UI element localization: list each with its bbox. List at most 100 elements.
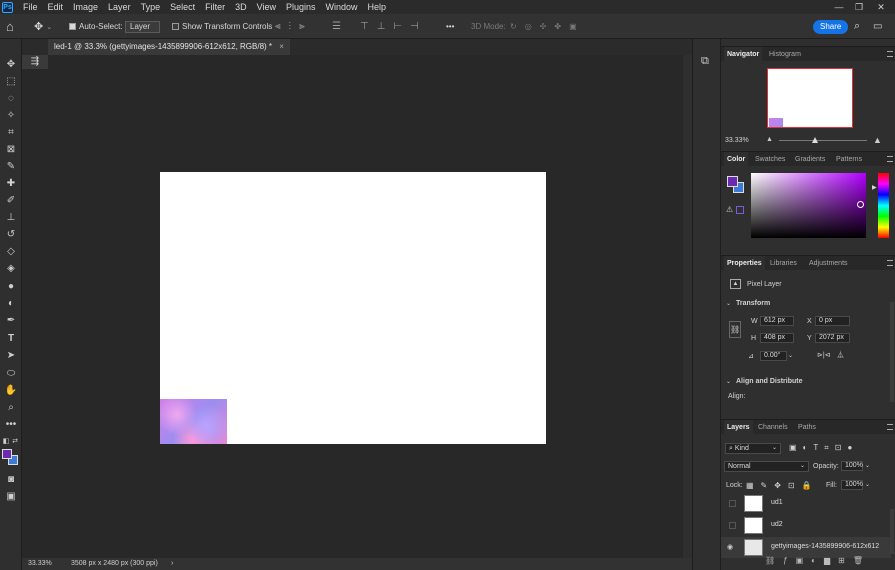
menu-layer[interactable]: Layer <box>103 0 136 14</box>
width-field[interactable]: 612 px <box>760 316 794 326</box>
more-options-button[interactable]: ••• <box>446 14 454 39</box>
menu-filter[interactable]: Filter <box>200 0 230 14</box>
link-proportions-icon[interactable]: ⛓ <box>729 321 741 338</box>
hue-slider[interactable] <box>878 173 889 238</box>
transform-chevron-icon[interactable]: ⌄ <box>726 300 731 307</box>
menu-help[interactable]: Help <box>363 0 392 14</box>
tab-histogram[interactable]: Histogram <box>766 47 804 62</box>
menu-type[interactable]: Type <box>136 0 166 14</box>
foreground-color-swatch[interactable] <box>2 449 12 459</box>
pen-tool-icon[interactable]: ✒ <box>3 314 19 328</box>
layer-visibility-toggle[interactable] <box>729 522 736 529</box>
layer-row-selected[interactable]: ◉ gettyimages-1435899906-612x612 <box>721 537 891 558</box>
x-field[interactable]: 0 px <box>815 316 850 326</box>
paint-bucket-icon[interactable]: ◈ <box>3 262 19 276</box>
fill-field[interactable]: 100% <box>841 480 863 490</box>
layer-name[interactable]: ud2 <box>771 521 783 528</box>
tab-swatches[interactable]: Swatches <box>752 152 788 167</box>
search-icon[interactable]: ⌕ <box>854 14 860 39</box>
dodge-tool-icon[interactable]: ◐ <box>3 297 19 311</box>
workspace-icon[interactable]: ▭ <box>873 14 882 39</box>
tab-patterns[interactable]: Patterns <box>833 152 865 167</box>
y-field[interactable]: 2072 px <box>815 333 850 343</box>
close-window-icon[interactable]: ✕ <box>871 0 891 14</box>
eraser-tool-icon[interactable]: ◇ <box>3 245 19 259</box>
document-canvas[interactable] <box>160 172 546 444</box>
angle-dropdown-icon[interactable]: ⌄ <box>788 352 793 359</box>
crop-tool-icon[interactable]: ⌗ <box>3 126 19 140</box>
panel-icon[interactable]: ⧉ <box>701 55 709 68</box>
panel-menu-icon[interactable] <box>887 51 893 57</box>
move-tool-preset-icon[interactable]: ✥ ⌄ <box>34 14 52 39</box>
hand-tool-icon[interactable]: ✋ <box>3 384 19 398</box>
minimize-icon[interactable]: — <box>829 0 849 14</box>
menu-window[interactable]: Window <box>321 0 363 14</box>
status-zoom[interactable]: 33.33% <box>28 558 52 570</box>
history-brush-icon[interactable]: ↺ <box>3 228 19 242</box>
tab-properties[interactable]: Properties <box>724 256 765 271</box>
move-tool-icon[interactable]: ✥ <box>3 58 19 72</box>
layer-row[interactable]: ud1 <box>721 493 891 514</box>
marquee-tool-icon[interactable]: ⬚ <box>3 75 19 89</box>
home-icon[interactable]: ⌂ <box>6 14 14 39</box>
layer-name[interactable]: ud1 <box>771 499 783 506</box>
layer-select-dropdown[interactable]: Layer <box>125 14 160 39</box>
transform-section-label[interactable]: Transform <box>736 300 770 307</box>
auto-select-checkbox[interactable]: Auto-Select: <box>69 14 123 39</box>
ellipse-tool-icon[interactable]: ⬭ <box>3 367 19 381</box>
menu-edit[interactable]: Edit <box>43 0 69 14</box>
fill-dropdown-icon[interactable]: ⌄ <box>865 481 870 488</box>
show-transform-checkbox[interactable]: Show Transform Controls <box>172 14 272 39</box>
menu-3d[interactable]: 3D <box>230 0 252 14</box>
3d-mode-icons[interactable]: ↻◎✣✤▣ <box>510 14 585 39</box>
menu-view[interactable]: View <box>252 0 281 14</box>
height-field[interactable]: 408 px <box>760 333 794 343</box>
canvas-vertical-scrollbar[interactable] <box>683 55 692 558</box>
opacity-field[interactable]: 100% <box>841 461 863 471</box>
angle-field[interactable]: 0.00° <box>760 351 787 361</box>
hue-slider-thumb[interactable]: ▶ <box>872 184 877 191</box>
quick-mask-icon[interactable]: ◙ <box>3 473 19 487</box>
more-tools-icon[interactable]: ••• <box>3 418 19 432</box>
align-buttons[interactable]: ⫷⫶⫸ <box>275 14 313 39</box>
color-field[interactable] <box>751 173 866 238</box>
type-tool-icon[interactable]: T <box>3 332 19 346</box>
lasso-tool-icon[interactable]: ◌ <box>3 92 19 106</box>
layer-visibility-toggle[interactable] <box>729 500 736 507</box>
zoom-out-icon[interactable]: ▲ <box>766 136 773 143</box>
lock-icons[interactable]: ▦✎✥⊡🔒 <box>746 481 819 490</box>
panel-menu-icon[interactable] <box>887 424 893 430</box>
blend-mode-dropdown[interactable]: Normal ⌄ <box>724 461 809 472</box>
screen-mode-icon[interactable]: ▣ <box>3 490 19 504</box>
path-selection-icon[interactable]: ➤ <box>3 349 19 363</box>
tab-adjustments[interactable]: Adjustments <box>806 256 851 271</box>
flip-horizontal-icon[interactable]: ⊳|⊲ <box>817 351 831 359</box>
zoom-slider[interactable] <box>779 140 867 141</box>
tools-toggle-icon[interactable]: ⇶ <box>22 55 48 69</box>
opacity-dropdown-icon[interactable]: ⌄ <box>865 462 870 469</box>
distribute-button[interactable]: ☰ <box>332 14 341 39</box>
align-chevron-icon[interactable]: ⌄ <box>726 378 731 385</box>
color-fg-swatch[interactable] <box>727 176 738 187</box>
menu-image[interactable]: Image <box>68 0 103 14</box>
tab-channels[interactable]: Channels <box>755 420 791 435</box>
share-button[interactable]: Share <box>813 14 849 39</box>
tab-color[interactable]: Color <box>724 152 749 167</box>
menu-file[interactable]: File <box>18 0 43 14</box>
vertical-align-buttons[interactable]: ⊤⊥⊢⊣ <box>360 14 427 39</box>
zoom-in-icon[interactable]: ▲ <box>873 135 882 145</box>
magic-wand-icon[interactable]: ✧ <box>3 109 19 123</box>
color-picker-cursor[interactable] <box>857 201 864 208</box>
tab-paths[interactable]: Paths <box>795 420 819 435</box>
layer-filter-icons[interactable]: ▣◐T⌗⊡● <box>789 443 858 453</box>
healing-brush-icon[interactable]: ✚ <box>3 177 19 191</box>
layers-scrollbar[interactable] <box>890 509 894 554</box>
tab-navigator[interactable]: Navigator <box>724 47 763 62</box>
eye-icon[interactable]: ◉ <box>727 543 733 551</box>
navigator-zoom[interactable]: 33.33% <box>725 137 749 144</box>
clone-stamp-icon[interactable]: ⊥ <box>3 211 19 225</box>
menu-plugins[interactable]: Plugins <box>281 0 321 14</box>
brush-tool-icon[interactable]: ✐ <box>3 194 19 208</box>
layer-action-icons[interactable]: ⛓ƒ▣◐▆⊞🗑 <box>765 556 871 565</box>
zoom-tool-icon[interactable]: ⌕ <box>3 401 19 415</box>
